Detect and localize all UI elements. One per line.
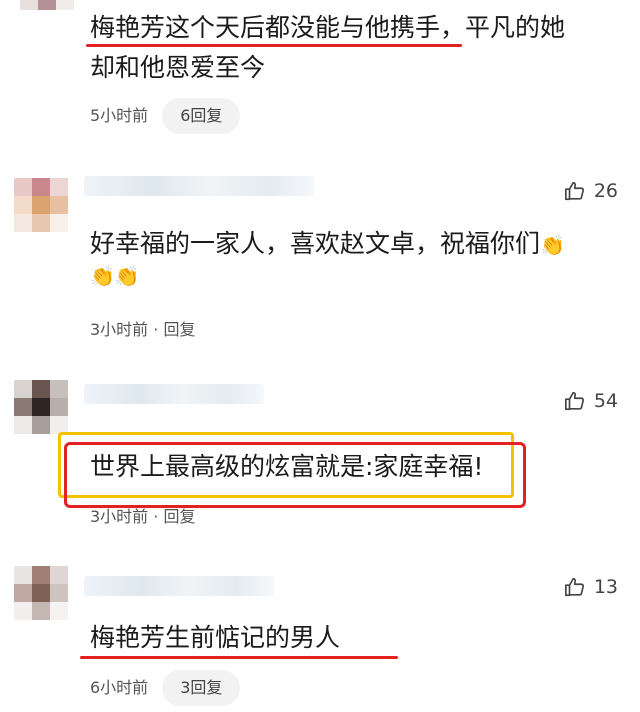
red-underline bbox=[86, 44, 462, 47]
clapping-hands-icon: 👏 bbox=[540, 233, 565, 257]
clapping-hands-icon: 👏 bbox=[90, 264, 115, 288]
meta-separator: · bbox=[153, 507, 159, 526]
comment-meta: 5小时前 6回复 bbox=[90, 98, 241, 134]
avatar[interactable] bbox=[20, 0, 76, 10]
red-underline bbox=[80, 656, 398, 659]
reply-button[interactable]: 回复 bbox=[163, 507, 195, 526]
emoji-row: 👏👏 bbox=[90, 264, 140, 288]
comment-time: 6小时前 bbox=[90, 678, 149, 697]
comment-time: 5小时前 bbox=[90, 106, 149, 125]
comment-text: 梅艳芳这个天后都没能与他携手，平凡的她 bbox=[90, 13, 566, 42]
reply-button[interactable]: 6回复 bbox=[162, 98, 241, 134]
like-count: 13 bbox=[593, 576, 618, 598]
avatar[interactable] bbox=[14, 178, 70, 234]
like-count: 54 bbox=[593, 390, 618, 412]
thumbs-up-icon bbox=[564, 181, 584, 201]
comment-meta: 3小时前 · 回复 bbox=[90, 499, 195, 535]
avatar[interactable] bbox=[14, 566, 70, 622]
like-button[interactable]: 13 bbox=[564, 576, 618, 598]
comment-text: 却和他恩爱至今 bbox=[90, 53, 266, 82]
avatar[interactable] bbox=[14, 380, 70, 436]
comment-time: 3小时前 bbox=[90, 507, 149, 526]
username-blurred[interactable] bbox=[84, 176, 314, 196]
like-button[interactable]: 54 bbox=[564, 390, 618, 412]
username-blurred[interactable] bbox=[84, 384, 264, 404]
reply-button[interactable]: 回复 bbox=[163, 320, 195, 339]
username-blurred[interactable] bbox=[84, 576, 274, 596]
thumbs-up-icon bbox=[564, 391, 584, 411]
comment-text: 好幸福的一家人，喜欢赵文卓，祝福你们👏 bbox=[90, 229, 565, 258]
thumbs-up-icon bbox=[564, 577, 584, 597]
like-button[interactable]: 26 bbox=[564, 180, 618, 202]
like-count: 26 bbox=[593, 180, 618, 202]
reply-button[interactable]: 3回复 bbox=[162, 670, 241, 706]
comment-text: 梅艳芳生前惦记的男人 bbox=[90, 623, 341, 652]
clapping-hands-icon: 👏 bbox=[114, 264, 140, 288]
comment-meta: 6小时前 3回复 bbox=[90, 670, 241, 706]
meta-separator: · bbox=[153, 320, 159, 339]
comment-time: 3小时前 bbox=[90, 320, 149, 339]
comment-meta: 3小时前 · 回复 bbox=[90, 312, 195, 348]
comment-text: 世界上最高级的炫富就是:家庭幸福! bbox=[90, 452, 484, 481]
